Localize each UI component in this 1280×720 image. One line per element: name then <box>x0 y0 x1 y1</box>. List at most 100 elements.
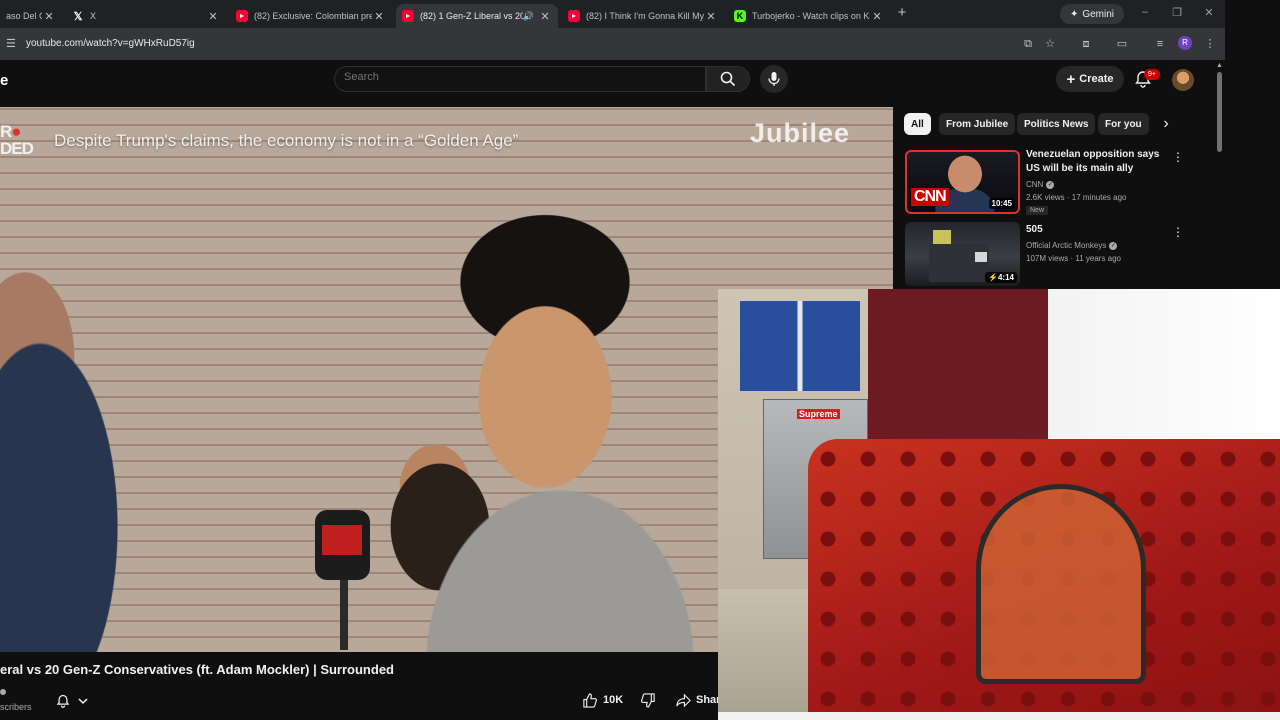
browser-tab[interactable]: (82) Exclusive: Colombian pres ✕ <box>230 4 392 28</box>
search-input[interactable] <box>344 71 644 83</box>
more-options-icon[interactable]: ⋮ <box>1172 150 1184 164</box>
like-count: 10K <box>603 694 624 706</box>
show-logo-fragment: R● DED <box>0 123 34 158</box>
video-duration: 10:45 <box>988 198 1015 209</box>
recommendation-title[interactable]: Venezuelan opposition says US will be it… <box>1026 148 1166 176</box>
channel-avatar[interactable] <box>0 689 6 695</box>
share-label: Shar <box>696 694 721 706</box>
close-icon[interactable]: ✕ <box>206 10 220 23</box>
supreme-sticker: Supreme <box>797 409 840 419</box>
video-caption: Despite Trump's claims, the economy is n… <box>54 131 519 150</box>
channel-name: CNN <box>1026 180 1044 189</box>
share-icon <box>676 693 691 707</box>
close-icon[interactable]: ✕ <box>42 10 56 23</box>
more-options-icon[interactable]: ⋮ <box>1172 225 1184 239</box>
x-icon: 𝕏 <box>73 10 83 23</box>
create-label: Create <box>1079 73 1114 85</box>
tab-title: X <box>90 11 97 21</box>
search-button[interactable] <box>706 66 750 92</box>
show-logo-line: DED <box>0 139 34 158</box>
search-icon <box>720 71 736 87</box>
tab-title: (82) Exclusive: Colombian pres <box>254 11 372 21</box>
address-bar[interactable]: youtube.com/watch?v=gWHxRuD57ig <box>26 38 195 49</box>
account-avatar[interactable] <box>1172 69 1194 91</box>
webcam-chair <box>976 484 1146 684</box>
verified-check-icon: ✓ <box>1109 241 1118 250</box>
menu-kebab-icon[interactable]: ⋮ <box>1202 36 1218 52</box>
browser-tab[interactable]: (82) I Think I'm Gonna Kill Mys ✕ <box>562 4 724 28</box>
recommendation-thumbnail[interactable]: CNN 10:45 <box>905 150 1020 214</box>
close-icon[interactable]: ✕ <box>538 10 552 23</box>
gemini-button[interactable]: ✦ Gemini <box>1060 4 1124 24</box>
recommendation-meta: 2.6K views · 17 minutes ago <box>1026 193 1127 202</box>
voice-search-button[interactable] <box>760 65 788 93</box>
youtube-logo[interactable]: e <box>0 72 8 89</box>
channel-name: Official Arctic Monkeys <box>1026 241 1107 250</box>
chevron-right-icon[interactable]: › <box>1156 114 1176 134</box>
speaker-icon[interactable]: 🔊 <box>523 11 534 22</box>
gemini-label: Gemini <box>1082 8 1115 20</box>
bookmark-star-icon[interactable]: ☆ <box>1042 36 1058 52</box>
webcam-overlay: Supreme <box>718 289 1280 720</box>
jubilee-watermark: Jubilee <box>750 118 851 148</box>
kick-icon: K <box>734 10 746 22</box>
close-icon[interactable]: ✕ <box>372 10 386 23</box>
site-info-icon[interactable]: ☰ <box>6 37 16 50</box>
youtube-icon <box>236 10 248 22</box>
minimize-icon[interactable]: – <box>1138 6 1152 18</box>
cnn-logo: CNN <box>911 188 949 206</box>
page-scrollbar-thumb[interactable] <box>1217 72 1222 152</box>
recommendation-title[interactable]: 505 <box>1026 223 1166 237</box>
browser-tab[interactable]: 𝕏 X ✕ <box>66 4 226 28</box>
chip-politics-news[interactable]: Politics News <box>1017 113 1096 135</box>
create-button[interactable]: + Create <box>1056 66 1124 92</box>
close-icon[interactable]: ✕ <box>704 10 718 23</box>
sparkle-icon: ✦ <box>1069 8 1079 20</box>
notification-badge: 9+ <box>1144 69 1160 80</box>
restore-icon[interactable]: ❐ <box>1170 6 1184 19</box>
new-badge: New <box>1026 206 1049 215</box>
duration-text: 4:14 <box>997 273 1014 282</box>
like-button[interactable]: 10K <box>576 688 632 712</box>
thumbs-down-icon <box>640 692 655 708</box>
new-tab-button[interactable]: + <box>894 4 910 24</box>
microphone-icon <box>768 72 780 86</box>
extensions-icon[interactable]: ⧈ <box>1078 36 1094 52</box>
scroll-up-arrow-icon[interactable]: ▲ <box>1216 62 1223 69</box>
right-gutter <box>1225 0 1280 290</box>
browser-tab[interactable]: aso Del G ✕ <box>0 4 62 28</box>
tab-title: (82) 1 Gen-Z Liberal vs 20 G <box>420 11 523 21</box>
youtube-icon <box>402 10 414 22</box>
webcam-bottom-strip <box>718 712 1280 720</box>
youtube-icon <box>568 10 580 22</box>
tab-title: Turbojerko - Watch clips on Ki <box>752 11 870 21</box>
shorts-lightning-icon: ⚡ <box>988 273 998 282</box>
media-controls-icon[interactable]: ≡ <box>1152 36 1168 52</box>
side-panel-icon[interactable]: ▭ <box>1114 36 1130 52</box>
plus-icon: + <box>1066 70 1076 88</box>
chevron-down-icon <box>78 698 88 705</box>
install-icon[interactable]: ⧉ <box>1020 36 1036 52</box>
microphone-prop <box>315 510 370 650</box>
webcam-boxes <box>740 301 860 391</box>
bell-icon <box>56 694 70 708</box>
browser-tab-active[interactable]: (82) 1 Gen-Z Liberal vs 20 G 🔊 ✕ <box>396 4 558 28</box>
video-duration: ⚡4:14 <box>985 272 1017 283</box>
dislike-button[interactable] <box>636 688 660 712</box>
verified-check-icon: ✓ <box>1046 180 1055 189</box>
close-icon[interactable]: ✕ <box>870 10 884 23</box>
subscriber-count: scribers <box>0 702 32 712</box>
thumbs-up-icon <box>583 692 597 708</box>
video-title: eral vs 20 Gen-Z Conservatives (ft. Adam… <box>0 662 394 677</box>
recommendation-channel[interactable]: CNN ✓ <box>1026 178 1055 191</box>
tab-title: (82) I Think I'm Gonna Kill Mys <box>586 11 704 21</box>
subscription-bell-button[interactable] <box>48 689 100 713</box>
window-close-icon[interactable]: ✕ <box>1202 6 1216 19</box>
chip-all[interactable]: All <box>904 113 931 135</box>
chip-for-you[interactable]: For you <box>1098 113 1149 135</box>
browser-tab[interactable]: K Turbojerko - Watch clips on Ki ✕ <box>728 4 890 28</box>
recommendation-thumbnail[interactable]: ⚡4:14 <box>905 222 1020 286</box>
chip-from-jubilee[interactable]: From Jubilee <box>939 113 1016 135</box>
recommendation-channel[interactable]: Official Arctic Monkeys ✓ <box>1026 239 1118 252</box>
profile-avatar[interactable]: R <box>1178 36 1192 50</box>
